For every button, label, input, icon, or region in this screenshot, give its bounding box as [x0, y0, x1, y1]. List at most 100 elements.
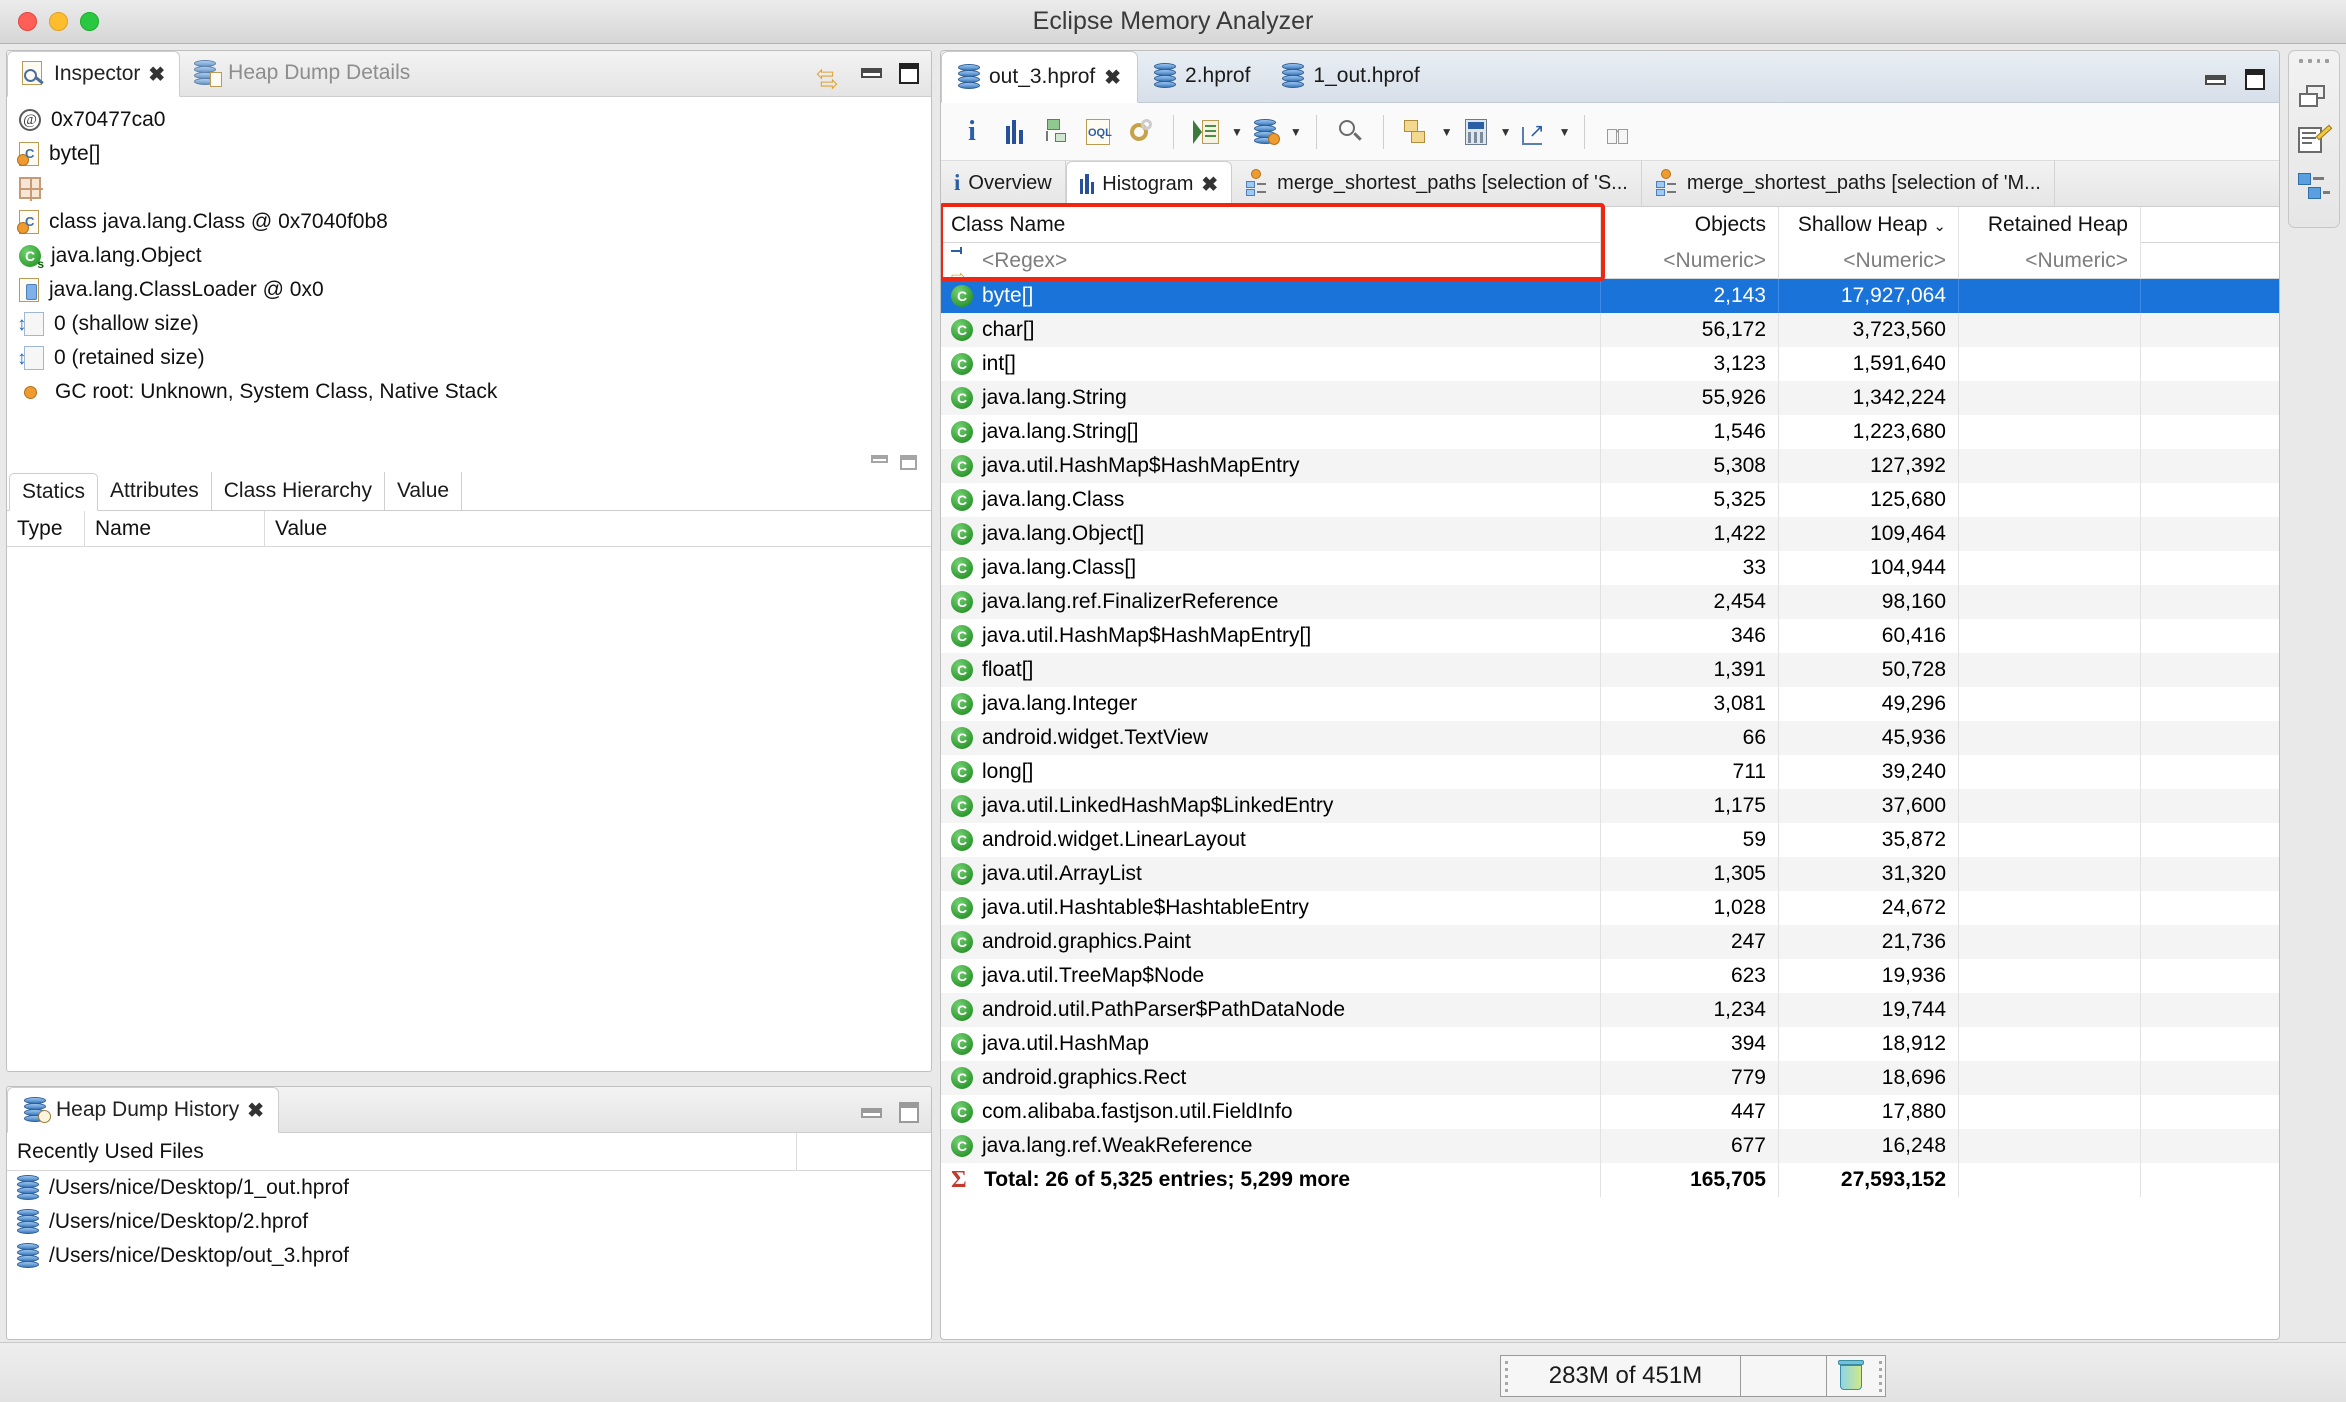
open-query-browser-icon[interactable]: [1188, 113, 1226, 151]
table-row[interactable]: Cjava.util.HashMap$HashMapEntry[] 346 60,4…: [941, 619, 2279, 653]
table-row[interactable]: Cjava.lang.Class[] 33 104,944: [941, 551, 2279, 585]
close-icon[interactable]: ✖: [148, 62, 165, 87]
filter-row: ⇨ <Regex> <Numeric> <Numeric> <Numeric>: [941, 242, 2279, 286]
column-header-name[interactable]: Name: [85, 510, 265, 547]
subtab-statics[interactable]: Statics: [9, 473, 99, 511]
table-row[interactable]: Cjava.lang.ref.FinalizerReference 2,454 98…: [941, 585, 2279, 619]
tab-merge-shortest-paths-m[interactable]: merge_shortest_paths [selection of 'M...: [1642, 160, 2055, 206]
chevron-down-icon[interactable]: ▼: [1231, 125, 1243, 139]
link-with-editor-icon[interactable]: ⇦ ⇨: [816, 59, 844, 96]
column-header-recently-used-files[interactable]: Recently Used Files: [7, 1132, 797, 1171]
table-row[interactable]: Cjava.util.HashMap 394 18,912: [941, 1027, 2279, 1061]
group-by-icon[interactable]: [1398, 113, 1436, 151]
drag-grip[interactable]: [2299, 59, 2329, 67]
dominator-tree-icon[interactable]: [1037, 113, 1075, 151]
filter-class-name-cell[interactable]: ⇨ <Regex>: [941, 242, 1601, 286]
table-row[interactable]: Cjava.util.TreeMap$Node 623 19,936: [941, 959, 2279, 993]
restore-icon[interactable]: [900, 455, 917, 470]
table-row[interactable]: Cjava.util.LinkedHashMap$LinkedEntry 1,17…: [941, 789, 2279, 823]
table-row[interactable]: Cjava.lang.String 55,926 1,342,224: [941, 381, 2279, 415]
maximize-icon[interactable]: [899, 62, 919, 84]
table-row[interactable]: Candroid.widget.TextView 66 45,936: [941, 721, 2279, 755]
maximize-icon[interactable]: [2245, 69, 2265, 90]
superclass-icon: C: [19, 245, 44, 271]
table-row[interactable]: Cjava.util.HashMap$HashMapEntry 5,308 127,…: [941, 449, 2279, 483]
tab-merge-shortest-paths-s[interactable]: merge_shortest_paths [selection of 'S...: [1232, 160, 1642, 206]
column-header-objects[interactable]: Objects: [1601, 206, 1779, 243]
histogram-icon[interactable]: [995, 113, 1033, 151]
compare-icon[interactable]: ↔: [1599, 113, 1637, 151]
filter-objects-cell[interactable]: <Numeric>: [1601, 242, 1779, 279]
close-icon[interactable]: ✖: [1104, 65, 1121, 90]
table-row[interactable]: Candroid.graphics.Rect 779 18,696: [941, 1061, 2279, 1095]
find-icon[interactable]: [1331, 113, 1369, 151]
inspect-icon[interactable]: [1247, 113, 1285, 151]
column-header-shallow-heap[interactable]: Shallow Heap ⌄: [1779, 206, 1959, 243]
list-item[interactable]: /Users/nice/Desktop/2.hprof: [7, 1205, 931, 1239]
search-input[interactable]: <Regex>: [982, 243, 1067, 279]
export-icon[interactable]: ↗: [1516, 113, 1554, 151]
editor-tab-out3[interactable]: out_3.hprof ✖: [941, 51, 1139, 103]
subtab-class-hierarchy[interactable]: Class Hierarchy: [212, 472, 385, 510]
close-icon[interactable]: ✖: [1201, 172, 1218, 197]
table-row[interactable]: Cjava.lang.Integer 3,081 49,296: [941, 687, 2279, 721]
table-row[interactable]: Cjava.lang.String[] 1,546 1,223,680: [941, 415, 2279, 449]
column-header-type[interactable]: Type: [7, 510, 85, 547]
close-icon[interactable]: ✖: [247, 1098, 264, 1123]
table-row[interactable]: Cjava.util.Hashtable$HashtableEntry 1,028…: [941, 891, 2279, 925]
drag-grip[interactable]: [1501, 1356, 1511, 1396]
drag-grip[interactable]: [1875, 1356, 1885, 1396]
table-row[interactable]: Ccom.alibaba.fastjson.util.FieldInfo 447 1…: [941, 1095, 2279, 1129]
column-header-class-name[interactable]: Class Name: [941, 206, 1601, 243]
table-row[interactable]: Cchar[] 56,172 3,723,560: [941, 313, 2279, 347]
column-header-retained-heap[interactable]: Retained Heap: [1959, 206, 2141, 243]
list-item[interactable]: /Users/nice/Desktop/out_3.hprof: [7, 1239, 931, 1273]
tab-heap-dump-details[interactable]: Heap Dump Details: [180, 51, 424, 96]
chevron-down-icon[interactable]: ▼: [1290, 125, 1302, 139]
tab-heap-dump-history[interactable]: Heap Dump History ✖: [7, 1087, 279, 1133]
table-row[interactable]: Cint[] 3,123 1,591,640: [941, 347, 2279, 381]
maximize-icon[interactable]: [899, 1102, 919, 1123]
cell-objects: 3,081: [1601, 687, 1779, 721]
column-header-value[interactable]: Value: [265, 511, 931, 547]
table-row[interactable]: Cjava.lang.Class 5,325 125,680: [941, 483, 2279, 517]
heap-status-widget[interactable]: 283M of 451M: [1500, 1355, 1886, 1397]
table-row[interactable]: Cbyte[] 2,143 17,927,064: [941, 279, 2279, 313]
subtab-attributes[interactable]: Attributes: [98, 472, 212, 510]
table-row[interactable]: Cjava.util.ArrayList 1,305 31,320: [941, 857, 2279, 891]
filter-retained-heap-cell[interactable]: <Numeric>: [1959, 242, 2141, 279]
chevron-down-icon[interactable]: ▼: [1559, 125, 1571, 139]
list-item[interactable]: /Users/nice/Desktop/1_out.hprof: [7, 1171, 931, 1205]
table-row[interactable]: Candroid.graphics.Paint 247 21,736: [941, 925, 2279, 959]
tab-overview[interactable]: i Overview: [941, 160, 1066, 206]
filter-shallow-heap-cell[interactable]: <Numeric>: [1779, 242, 1959, 279]
table-row[interactable]: Clong[] 711 39,240: [941, 755, 2279, 789]
cell-filler: [2141, 755, 2279, 789]
heap-dump-perspective-icon[interactable]: [2298, 173, 2330, 201]
table-row[interactable]: Cfloat[] 1,391 50,728: [941, 653, 2279, 687]
minimize-icon[interactable]: [861, 1107, 882, 1118]
table-row[interactable]: Cjava.lang.Object[] 1,422 109,464: [941, 517, 2279, 551]
cell-shallow-heap: 35,872: [1779, 823, 1959, 857]
minimize-icon[interactable]: [2205, 74, 2226, 85]
minimize-icon[interactable]: [871, 455, 888, 463]
table-row[interactable]: Candroid.widget.LinearLayout 59 35,872: [941, 823, 2279, 857]
tab-inspector[interactable]: Inspector ✖: [7, 51, 181, 97]
chevron-down-icon[interactable]: ▼: [1500, 125, 1512, 139]
minimize-icon[interactable]: [861, 68, 882, 78]
subtab-value[interactable]: Value: [385, 472, 463, 510]
notes-editor-icon[interactable]: [2298, 124, 2333, 157]
oql-icon[interactable]: OQL: [1079, 113, 1117, 151]
editor-tab-1out[interactable]: 1_out.hprof: [1266, 51, 1435, 102]
run-expert-system-icon[interactable]: [1121, 113, 1159, 151]
table-row[interactable]: Candroid.util.PathParser$PathDataNode 1,2…: [941, 993, 2279, 1027]
cell-objects: 2,143: [1601, 279, 1779, 313]
restore-perspective-icon[interactable]: [2299, 85, 2329, 111]
chevron-down-icon[interactable]: ▼: [1441, 125, 1453, 139]
overview-info-icon[interactable]: i: [953, 113, 991, 151]
editor-tab-2hprof[interactable]: 2.hprof: [1138, 51, 1266, 102]
tab-histogram[interactable]: Histogram ✖: [1065, 161, 1233, 207]
calculator-icon[interactable]: [1457, 113, 1495, 151]
run-garbage-collector-icon[interactable]: [1836, 1360, 1866, 1392]
table-row[interactable]: Cjava.lang.ref.WeakReference 677 16,248: [941, 1129, 2279, 1163]
